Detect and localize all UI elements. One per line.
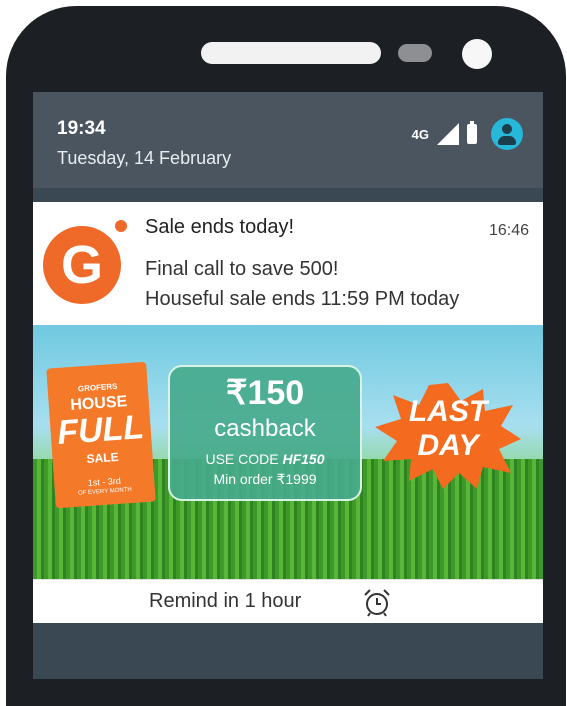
notification-text-line-1: Final call to save 500! — [145, 258, 339, 280]
signal-icon — [437, 123, 459, 145]
cashback-offer-box: ₹150 cashback USE CODE HF150 Min order ₹… — [168, 365, 362, 501]
proximity-sensor — [398, 44, 432, 62]
remind-action-bar[interactable]: Remind in 1 hour — [33, 579, 543, 623]
alarm-clock-icon[interactable] — [361, 586, 393, 618]
status-date: Tuesday, 14 February — [57, 148, 232, 168]
promo-code-prefix: USE CODE — [205, 451, 283, 467]
grofers-app-icon: G — [43, 226, 121, 304]
remind-in-1-hour-button[interactable]: Remind in 1 hour — [149, 590, 301, 613]
account-icon[interactable] — [491, 118, 523, 150]
earpiece-speaker — [201, 42, 381, 64]
burst-text-last: LAST — [408, 395, 488, 428]
promo-code: HF150 — [282, 451, 325, 467]
promo-code-line: USE CODE HF150 — [170, 451, 360, 467]
promo-banner[interactable]: GROFERS HOUSE FULL SALE 1st - 3rd OF EVE… — [33, 325, 543, 579]
cashback-amount: ₹150 — [225, 374, 305, 412]
burst-text-day: DAY — [417, 429, 479, 462]
housefull-sale-bag: GROFERS HOUSE FULL SALE 1st - 3rd OF EVE… — [46, 361, 156, 509]
notification-card[interactable]: G Sale ends today! 16:46 Final call to s… — [33, 202, 543, 623]
notification-shade-header: 19:34 Tuesday, 14 February 4G — [33, 92, 543, 188]
network-type: 4G — [411, 126, 429, 142]
status-time: 19:34 — [57, 118, 106, 139]
notification-time: 16:46 — [488, 222, 529, 239]
front-camera — [462, 39, 492, 69]
notification-text-line-2: Houseful sale ends 11:59 PM today — [145, 288, 460, 310]
last-day-burst: LAST DAY — [373, 381, 523, 491]
phone-screen: 19:34 Tuesday, 14 February 4G G Sale end… — [33, 92, 543, 679]
min-order-text: Min order ₹1999 — [213, 471, 317, 487]
bag-full-text: FULL — [55, 408, 146, 452]
battery-icon — [467, 121, 477, 144]
status-icons: 4G — [412, 118, 523, 150]
cashback-label: cashback — [214, 415, 316, 442]
notification-dot — [115, 220, 127, 232]
notification-title: Sale ends today! — [145, 216, 294, 238]
